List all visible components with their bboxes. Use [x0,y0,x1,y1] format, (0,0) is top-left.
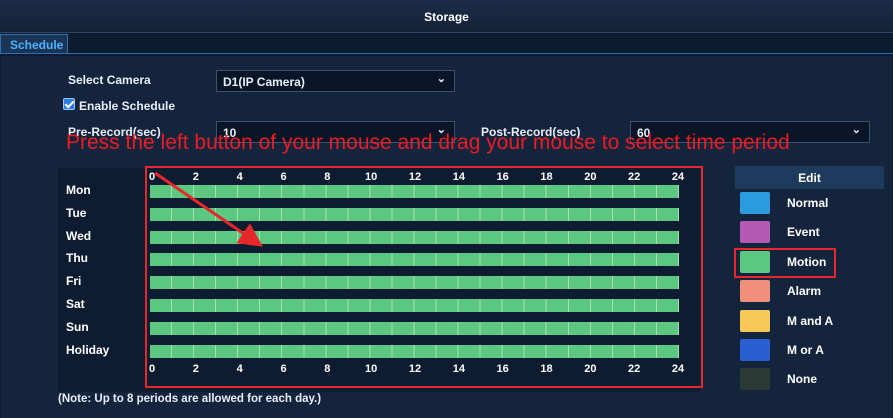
legend-item-normal[interactable]: Normal [740,192,880,214]
legend-swatch [740,280,770,303]
legend-swatch [740,368,770,391]
legend-item-none[interactable]: None [740,368,880,391]
periods-note: (Note: Up to 8 periods are allowed for e… [58,393,322,405]
instruction-annotation: Press the left button of your mouse and … [66,131,790,154]
day-label: Sat [66,297,85,311]
tab-strip: Schedule [0,34,893,54]
day-label: Tue [66,205,87,220]
camera-select[interactable]: D1(IP Camera) ⌄ [216,70,455,92]
camera-select-value: D1(IP Camera) [223,75,305,89]
legend-label: M and A [787,313,834,328]
day-label: Mon [66,183,91,197]
day-label: Wed [66,228,92,243]
enable-schedule-label: Enable Schedule [79,99,176,113]
legend-label: Normal [787,196,829,210]
legend-item-m-or-a[interactable]: M or A [740,339,880,361]
window-title: Storage [424,10,469,24]
enable-schedule-checkbox[interactable] [63,98,75,110]
edit-button[interactable]: Edit [735,166,884,189]
select-camera-label: Select Camera [68,73,151,87]
tab-schedule[interactable]: Schedule [0,34,68,53]
schedule-highlight-box [145,166,703,388]
legend-label: M or A [787,343,824,357]
day-label: Holiday [66,342,110,357]
legend-swatch [740,339,770,361]
motion-highlight-box [734,248,836,278]
legend-item-alarm[interactable]: Alarm [740,280,880,303]
day-label: Thu [66,251,88,266]
legend-label: Event [787,225,820,240]
legend-swatch [740,309,770,332]
day-label: Sun [66,319,89,334]
chevron-down-icon: ⌄ [851,124,861,136]
legend-label: None [787,372,817,387]
legend-label: Alarm [787,284,822,299]
legend-item-m-and-a[interactable]: M and A [740,309,880,332]
legend-item-event[interactable]: Event [740,221,880,244]
day-label: Fri [66,274,82,289]
legend-swatch [740,221,770,244]
chevron-down-icon: ⌄ [436,73,446,85]
legend-swatch [740,192,770,214]
title-bar: Storage [0,0,893,33]
